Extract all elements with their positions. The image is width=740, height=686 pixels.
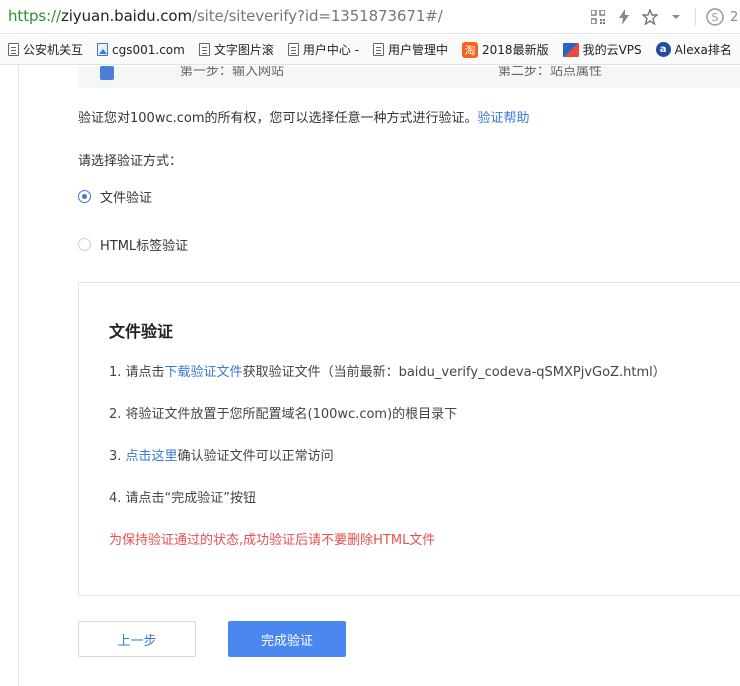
method-label: HTML标签验证 bbox=[100, 239, 189, 254]
radio-selected-icon[interactable] bbox=[78, 190, 91, 203]
divider bbox=[18, 66, 19, 686]
instruction-step-1: 1. 请点击下载验证文件获取验证文件（当前最新：baidu_verify_cod… bbox=[109, 361, 666, 380]
intro-text: 验证您对100wc.com的所有权，您可以选择任意一种方式进行验证。验证帮助 bbox=[78, 107, 530, 126]
choose-method-label: 请选择验证方式： bbox=[78, 154, 183, 169]
bookmark-item[interactable]: cgs001.com bbox=[97, 43, 185, 57]
address-bar[interactable]: https://ziyuan.baidu.com/site/siteverify… bbox=[0, 0, 740, 34]
step-text: 3. bbox=[109, 449, 126, 464]
page-icon bbox=[8, 43, 19, 56]
step-2-label: 第二步：站点属性 bbox=[498, 66, 603, 79]
panel-title: 文件验证 bbox=[109, 322, 174, 341]
bookmark-item[interactable]: 淘 2018最新版 bbox=[462, 41, 549, 58]
bookmark-item[interactable]: 文字图片滚 bbox=[198, 41, 274, 58]
svg-text:S: S bbox=[712, 11, 719, 24]
step-text: 获取验证文件（当前最新：baidu_verify_codeva-qSMXPjvG… bbox=[242, 365, 666, 380]
bookmark-item[interactable]: 用户中心 - bbox=[287, 41, 360, 58]
lightning-icon[interactable] bbox=[613, 6, 635, 28]
intro-body: 验证您对100wc.com的所有权，您可以选择任意一种方式进行验证。 bbox=[78, 111, 478, 126]
bookmark-label: 2018最新版 bbox=[482, 43, 549, 57]
bookmark-label: 用户中心 - bbox=[302, 43, 360, 57]
instruction-step-4: 4. 请点击“完成验证”按钮 bbox=[109, 491, 257, 506]
step-text: 1. 请点击 bbox=[109, 365, 165, 380]
bookmark-label: 用户管理中 bbox=[388, 43, 449, 57]
chevron-down-icon[interactable] bbox=[665, 6, 687, 28]
instruction-step-3: 3. 点击这里确认验证文件可以正常访问 bbox=[109, 445, 334, 464]
bookmark-item[interactable]: a Alexa排名 bbox=[655, 41, 732, 58]
url-host: ziyuan.baidu.com bbox=[60, 7, 192, 25]
bookmark-label: Alexa排名 bbox=[674, 43, 732, 57]
bookmarks-bar: 公安机关互 cgs001.com 文字图片滚 用户中心 - 用户管理中 淘 201… bbox=[0, 35, 740, 65]
complete-verify-button[interactable]: 完成验证 bbox=[228, 621, 346, 657]
url-path: /site/siteverify?id=1351873671#/ bbox=[191, 7, 443, 25]
image-icon bbox=[97, 43, 109, 56]
help-link[interactable]: 验证帮助 bbox=[478, 111, 530, 126]
page-icon bbox=[287, 43, 299, 56]
sogou-icon[interactable]: S bbox=[704, 6, 726, 28]
step-1-label: 第一步：输入网站 bbox=[180, 66, 285, 79]
method-html-tag-option[interactable]: HTML标签验证 bbox=[78, 235, 188, 254]
file-verify-panel: 文件验证 1. 请点击下载验证文件获取验证文件（当前最新：baidu_verif… bbox=[78, 282, 740, 596]
bookmark-label: 公安机关互 bbox=[23, 43, 84, 57]
divider bbox=[695, 8, 696, 26]
warning-text: 为保持验证通过的状态,成功验证后请不要删除HTML文件 bbox=[109, 533, 436, 548]
qr-code-icon[interactable] bbox=[587, 6, 609, 28]
method-file-option[interactable]: 文件验证 bbox=[78, 187, 152, 206]
bookmark-item[interactable]: 我的云VPS bbox=[562, 41, 642, 58]
url-text[interactable]: https://ziyuan.baidu.com/site/siteverify… bbox=[8, 7, 443, 25]
url-scheme: https:// bbox=[8, 7, 61, 25]
steps-banner: 第一步：输入网站 第二步：站点属性 bbox=[78, 66, 740, 88]
step-text: 确认验证文件可以正常访问 bbox=[177, 449, 334, 464]
bookmark-label: 我的云VPS bbox=[582, 43, 642, 57]
alexa-icon: a bbox=[655, 42, 671, 57]
image-icon bbox=[100, 66, 114, 80]
star-icon[interactable] bbox=[639, 6, 661, 28]
bookmark-item[interactable]: 公安机关互 bbox=[8, 41, 83, 58]
previous-step-button[interactable]: 上一步 bbox=[78, 621, 196, 657]
taobao-icon: 淘 bbox=[462, 41, 479, 58]
page-icon bbox=[198, 43, 210, 56]
page-content: 第一步：输入网站 第二步：站点属性 验证您对100wc.com的所有权，您可以选… bbox=[0, 66, 740, 686]
instruction-step-2: 2. 将验证文件放置于您所配置域名(100wc.com)的根目录下 bbox=[109, 407, 458, 422]
bookmark-label: 文字图片滚 bbox=[213, 43, 274, 57]
bookmark-item[interactable]: 用户管理中 bbox=[373, 41, 448, 58]
method-label: 文件验证 bbox=[100, 191, 153, 206]
download-file-link[interactable]: 下载验证文件 bbox=[165, 365, 243, 380]
check-file-link[interactable]: 点击这里 bbox=[126, 449, 178, 464]
tab-count: 2 bbox=[730, 9, 739, 25]
page-icon bbox=[373, 43, 385, 56]
radio-unselected-icon[interactable] bbox=[78, 238, 91, 251]
bookmark-label: cgs001.com bbox=[112, 42, 185, 57]
vps-icon bbox=[562, 42, 579, 57]
